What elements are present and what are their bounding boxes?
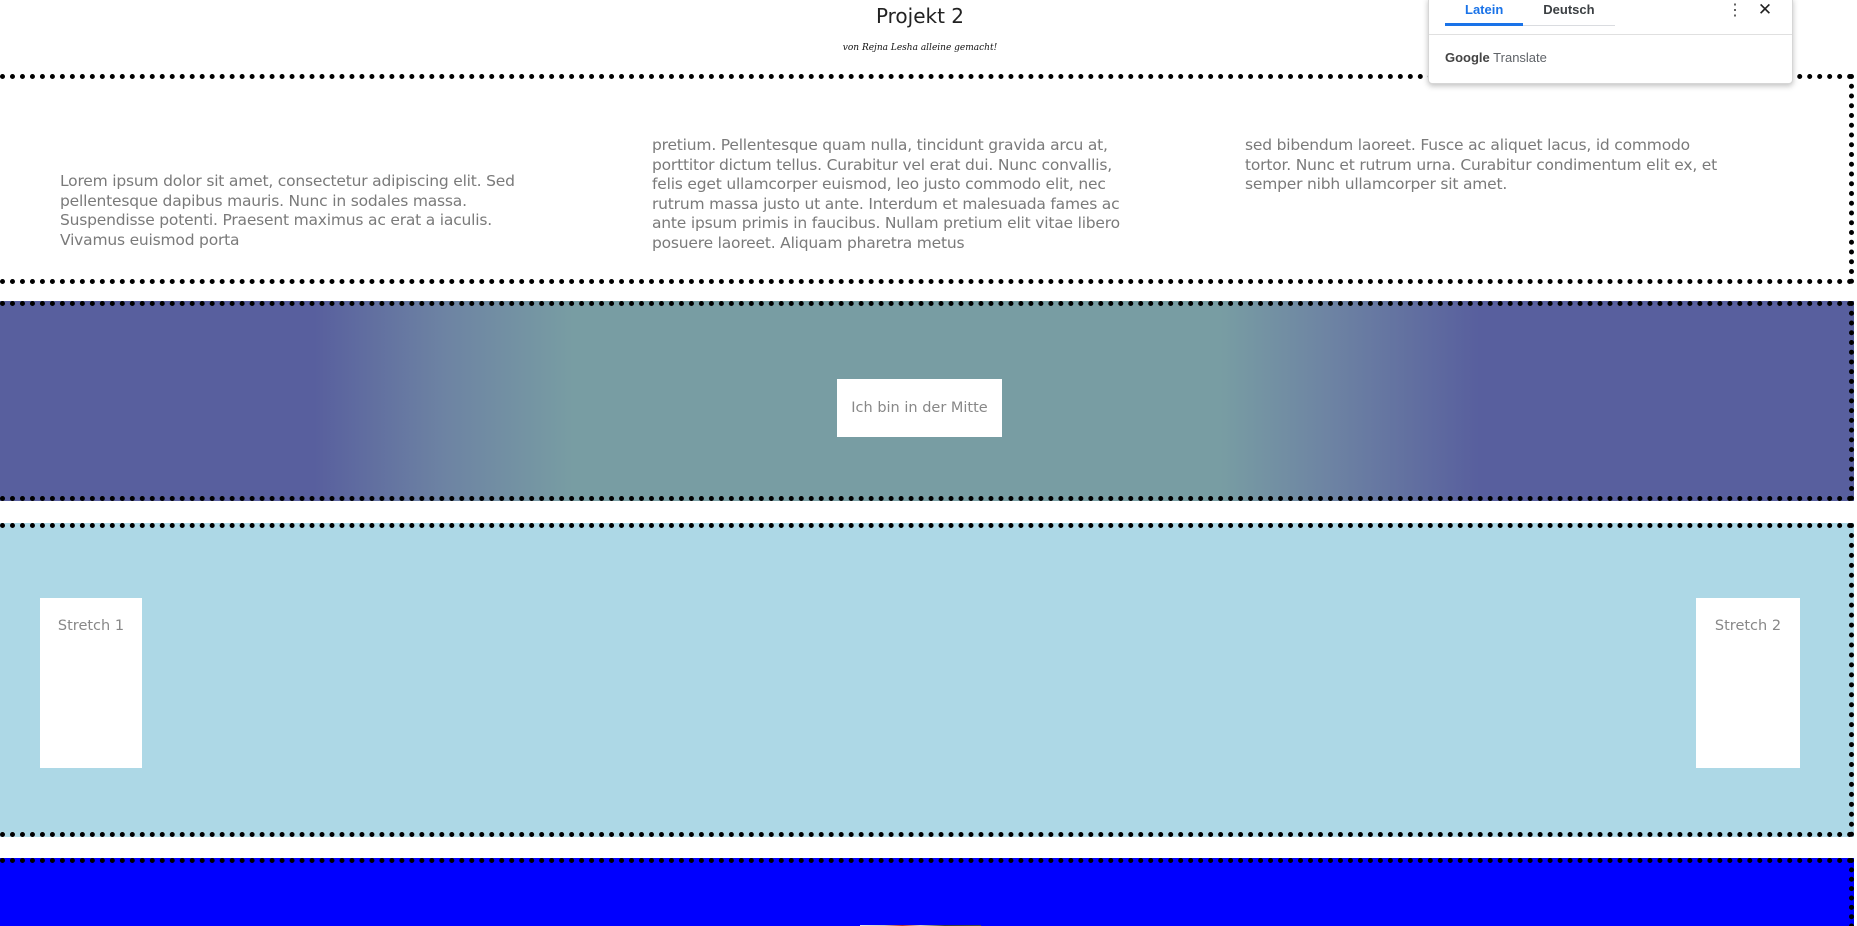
google-logo-text: Google (1445, 50, 1490, 65)
translate-language-tabs: Latein Deutsch (1445, 0, 1615, 35)
tab-latein[interactable]: Latein (1445, 0, 1524, 26)
stretch-box-2: Stretch 2 (1696, 598, 1800, 768)
more-vertical-icon[interactable]: ⋮ (1727, 1, 1743, 21)
page-title: Projekt 2 (875, 4, 965, 28)
text-column-1: Lorem ipsum dolor sit amet, consectetur … (60, 172, 515, 249)
translate-divider (1429, 34, 1792, 35)
close-icon[interactable]: ✕ (1755, 0, 1775, 21)
text-columns-section: Lorem ipsum dolor sit amet, consectetur … (0, 74, 1854, 284)
google-translate-brand: Google Translate (1445, 50, 1547, 65)
center-box: Ich bin in der Mitte (837, 379, 1002, 437)
text-column-3: sed bibendum laoreet. Fusce ac aliquet l… (1245, 136, 1718, 193)
page: Projekt 2 von Rejna Lesha alleine gemach… (0, 0, 1857, 926)
tab-deutsch[interactable]: Deutsch (1523, 0, 1615, 26)
stretch-box-1: Stretch 1 (40, 598, 142, 768)
gradient-section: Ich bin in der Mitte (0, 301, 1854, 501)
blue-section (0, 858, 1854, 926)
stretch-section: Stretch 1 Stretch 2 (0, 523, 1854, 837)
google-translate-popup: Latein Deutsch ⋮ ✕ Google Translate (1428, 0, 1793, 84)
translate-label: Translate (1493, 50, 1547, 65)
text-column-2: pretium. Pellentesque quam nulla, tincid… (652, 136, 1120, 252)
page-subtitle: von Rejna Lesha alleine gemacht! (842, 43, 998, 53)
